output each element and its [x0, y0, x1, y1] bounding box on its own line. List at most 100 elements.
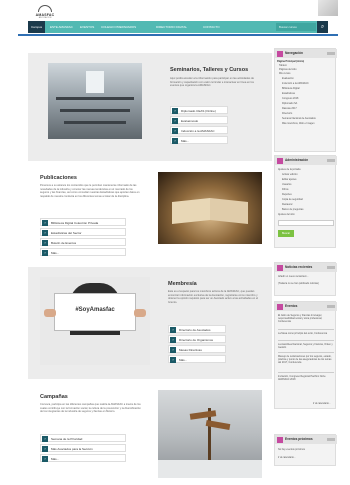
nav-tree-item[interactable]: Más miembros, Web e Imagen — [282, 122, 315, 125]
section-publicaciones: Publicaciones Ponemos a su alcance los c… — [28, 164, 272, 264]
nav-item-eventos[interactable]: EVENTOS — [80, 21, 94, 33]
admin-item[interactable]: Copia de seguridad — [282, 198, 303, 201]
block-header: Eventos próximos — [275, 435, 337, 444]
nav-tree-item[interactable]: Directorio — [282, 112, 292, 115]
admin-search-button[interactable]: Buscar — [278, 230, 294, 237]
collapse-toggle[interactable] — [327, 305, 335, 308]
divider — [278, 352, 334, 353]
site-logo[interactable]: AMASFAC ASOCIACIÓN — [32, 5, 58, 19]
nav-tree-item[interactable]: Estadísticas — [282, 92, 295, 95]
collapse-toggle[interactable] — [327, 438, 335, 441]
event-item[interactable]: La Asamblea Nacional, Seguros y Fianzas,… — [278, 343, 334, 349]
calendar-link[interactable]: Ir al calendario... — [278, 456, 296, 459]
link-label: Evaluémoslo — [181, 119, 199, 123]
navigation-icon — [277, 50, 283, 57]
divider — [278, 329, 334, 330]
link-icon: › — [42, 436, 48, 442]
event-item[interactable]: Invitación, Congreso Regional Pacífico N… — [278, 375, 334, 381]
link-label: Biblioteca Digital Colección Privada — [51, 221, 99, 225]
link-campanas-mas[interactable]: › Más... — [40, 454, 126, 462]
logo-subtext: ASOCIACIÓN — [38, 17, 52, 19]
nav-tree-item[interactable]: Inducción a la AMASFAC — [282, 82, 309, 85]
nav-tree-item[interactable]: Semana Nacional de Asociados — [282, 117, 316, 120]
link-mas-asociados[interactable]: › Más Asociados para la Sección — [40, 444, 126, 452]
link-directorio-organismos[interactable]: › Directorio de Organismos — [168, 335, 226, 343]
nav-tree-item[interactable]: Congreso 2018 — [282, 97, 298, 100]
link-publicaciones-mas[interactable]: › Más... — [40, 248, 126, 256]
link-directorio-asociados[interactable]: › Directorio de Asociados — [168, 325, 226, 333]
nav-item-este-amasfac[interactable]: ESTE AMASFAC — [50, 21, 73, 33]
nav-tree-item[interactable]: Evaluación — [282, 77, 294, 80]
link-label: Más... — [51, 251, 60, 255]
nav-tree-item[interactable]: Biblioteca Digital — [282, 87, 300, 90]
nav-item-campus[interactable]: Campus — [28, 21, 46, 33]
seminarios-text: Aquí podrá acceder a la información para… — [170, 77, 254, 88]
block-title: Eventos próximos — [285, 437, 313, 441]
nav-tree-item[interactable]: Rascate 2017 — [282, 107, 297, 110]
block-header: Eventos — [275, 302, 337, 311]
link-icon: › — [172, 118, 178, 124]
seminarios-title: Seminarios, Talleres y Cursos — [170, 67, 249, 73]
event-item[interactable]: El Jalón de Seguros y Fianzas Innovagur,… — [278, 314, 334, 324]
collapse-toggle[interactable] — [327, 52, 335, 55]
admin-item[interactable]: Filtros — [282, 188, 289, 191]
admin-icon — [277, 157, 283, 164]
event-item[interactable]: La Mesa como principio del éxito, Confer… — [278, 332, 334, 335]
page: AMASFAC ASOCIACIÓN Campus ESTE AMASFAC E… — [18, 0, 338, 485]
link-semana-prioridad[interactable]: › Semana de la Prioridad — [40, 434, 126, 442]
admin-item[interactable]: Restaurar — [282, 203, 293, 206]
nav-tree-home[interactable]: Página Principal (inicio) — [277, 60, 304, 63]
nav-item-contacto[interactable]: CONTACTO — [203, 21, 220, 33]
admin-item[interactable]: Usuarios — [282, 183, 291, 186]
link-induccion[interactable]: › Inducción a la AMASFAC — [170, 126, 228, 134]
soyamasfac-sign-text: #SoyAmasfac — [75, 307, 115, 313]
admin-search-input[interactable] — [278, 220, 334, 226]
link-icon: › — [172, 108, 178, 114]
nav-item-directorio[interactable]: DIRECTORIO DIGITAL — [156, 21, 187, 33]
admin-item[interactable]: Banco de preguntas — [282, 208, 303, 211]
calendar-icon — [277, 303, 283, 310]
link-membresia-mas[interactable]: › Más... — [168, 355, 226, 363]
admin-item[interactable]: Ajustes de la portada — [278, 168, 300, 171]
admin-item[interactable]: Editar ajustes — [282, 178, 296, 181]
link-evaluemoslo[interactable]: › Evaluémoslo — [170, 116, 228, 124]
event-item[interactable]: Manejo de reclamaciones por los seguros,… — [278, 355, 334, 365]
nav-tree-item[interactable]: Páginas del sitio — [279, 68, 296, 71]
link-label: Más... — [181, 139, 190, 143]
search-input[interactable]: Buscar cursos — [276, 23, 316, 31]
link-estadisticas[interactable]: › Estadísticas del Sector — [40, 228, 126, 236]
search-button[interactable]: ⌕ — [317, 21, 328, 33]
link-icon: › — [172, 138, 178, 144]
search-icon: ⌕ — [320, 24, 325, 30]
block-title: Navegación — [285, 51, 303, 55]
nav-tree-item[interactable]: Diplomado SA — [282, 102, 297, 105]
link-diplomado-ceas[interactable]: › Diplomado CEAS (Online) — [170, 106, 228, 114]
link-biblioteca[interactable]: › Biblioteca Digital Colección Privada — [40, 218, 126, 226]
link-icon: › — [170, 357, 176, 363]
block-header: Administración — [275, 156, 337, 165]
link-seminarios-mas[interactable]: › Más... — [170, 136, 228, 144]
block-eventos: Eventos El Jalón de Seguros y Fianzas In… — [274, 301, 337, 409]
news-add-link[interactable]: Añadir un nuevo tema/ítem... — [278, 275, 309, 278]
membresia-text: Este es el espacio para los miembros act… — [168, 290, 258, 304]
collapse-toggle[interactable] — [327, 266, 335, 269]
nav-tree-item[interactable]: Tablero — [279, 64, 287, 67]
admin-item[interactable]: Ajustes del sitio — [278, 213, 295, 216]
link-label: Inducción a la AMASFAC — [181, 129, 215, 133]
nav-tree-item[interactable]: Mis cursos — [279, 72, 290, 75]
link-icon: › — [172, 128, 178, 134]
section-membresia: #SoyAmasfac Membresía Este es el espacio… — [28, 267, 272, 379]
calendar-link[interactable]: Ir al calendario... — [313, 402, 331, 405]
collapse-toggle[interactable] — [327, 159, 335, 162]
admin-item[interactable]: Activar edición — [282, 173, 298, 176]
link-icon: › — [42, 250, 48, 256]
divider — [278, 372, 334, 373]
admin-item[interactable]: Reportes — [282, 193, 292, 196]
block-title: Noticias recientes — [285, 265, 313, 269]
link-boletin[interactable]: › Boletín de Eventos — [40, 238, 126, 246]
link-mesas-directivas[interactable]: › Mesas Directivas — [168, 345, 226, 353]
nav-item-colegio[interactable]: COLEGIO PREPARAROS — [101, 21, 136, 33]
site-header: AMASFAC ASOCIACIÓN — [18, 0, 338, 22]
link-label: Más Asociados para la Sección — [51, 447, 93, 451]
section-seminarios: Seminarios, Talleres y Cursos Aquí podrá… — [28, 53, 272, 161]
